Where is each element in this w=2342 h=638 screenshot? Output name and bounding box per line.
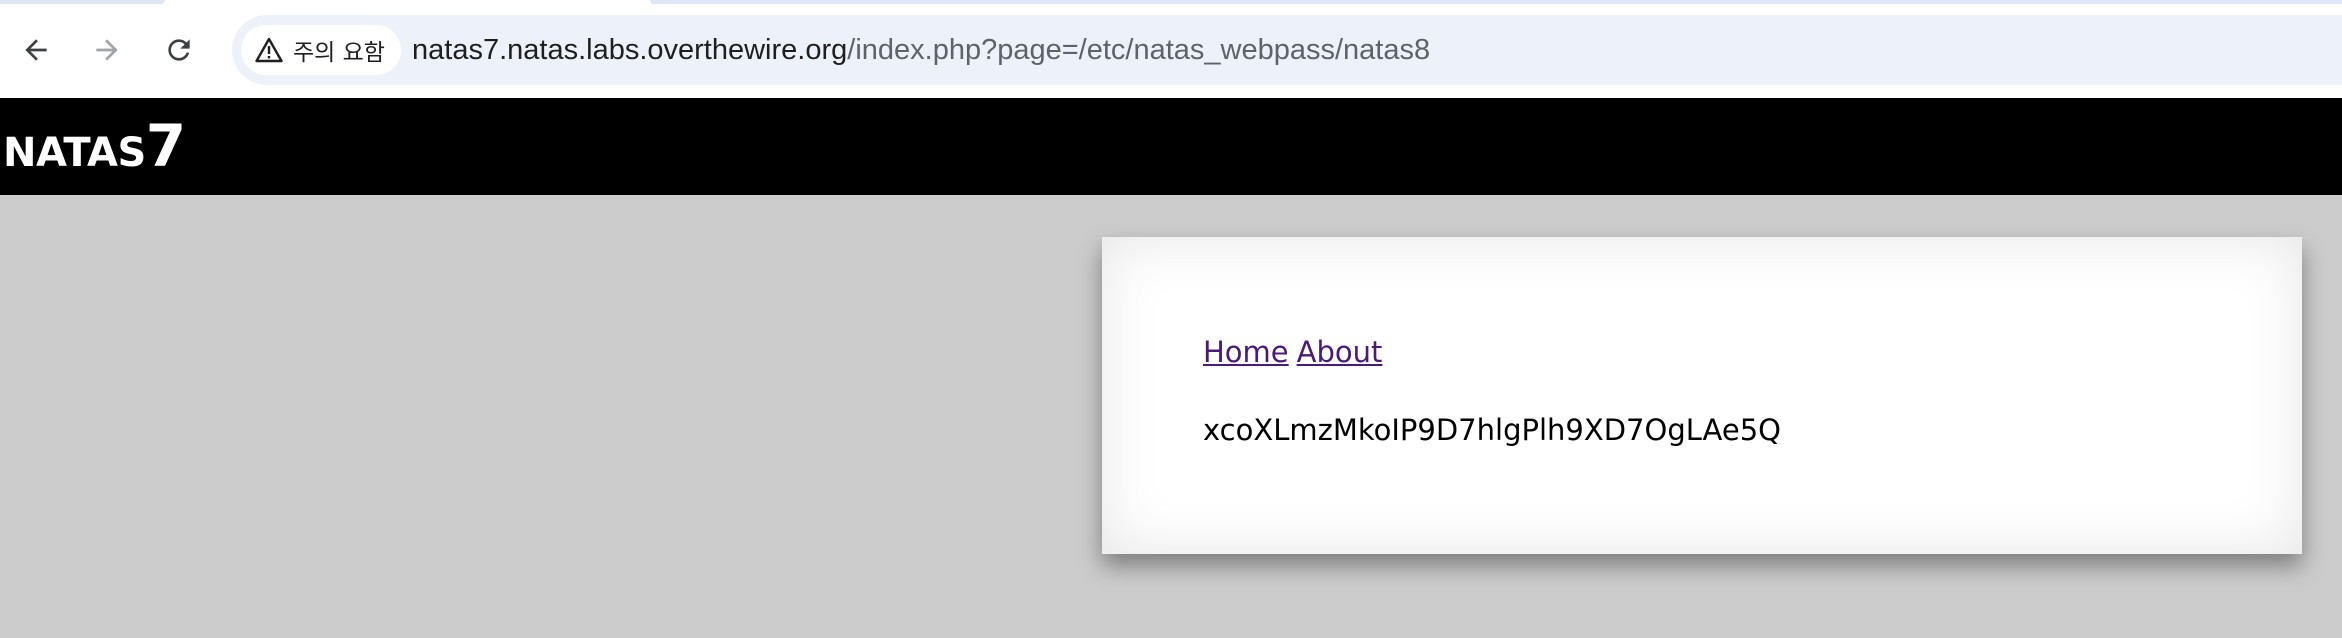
- site-title: NATAS7: [3, 112, 186, 180]
- nav-links: Home About: [1203, 335, 1382, 369]
- home-link[interactable]: Home: [1203, 335, 1289, 369]
- warning-icon: [255, 37, 283, 63]
- arrow-left-icon: [25, 39, 47, 61]
- address-bar[interactable]: 주의 요함 natas7.natas.labs.overthewire.org/…: [232, 15, 2342, 85]
- reload-icon: [168, 39, 190, 61]
- site-title-level: 7: [145, 112, 186, 180]
- url-host: natas7.natas.labs.overthewire.org: [412, 34, 848, 66]
- security-chip[interactable]: 주의 요함: [241, 25, 401, 75]
- tab-strip-edge: [0, 0, 165, 4]
- tab-strip-edge: [650, 0, 2342, 4]
- forward-button[interactable]: [82, 25, 132, 75]
- password-text: xcoXLmzMkoIP9D7hlgPlh9XD7OgLAe5Q: [1203, 413, 1782, 447]
- url-path: /index.php?page=/etc/natas_webpass/natas…: [847, 34, 1431, 66]
- about-link[interactable]: About: [1297, 335, 1383, 369]
- site-header: NATAS7: [0, 98, 2342, 195]
- site-title-word: NATAS: [3, 130, 146, 176]
- content-box: Home About xcoXLmzMkoIP9D7hlgPlh9XD7OgLAe…: [1102, 237, 2302, 554]
- back-button[interactable]: [11, 25, 61, 75]
- security-label: 주의 요함: [293, 40, 385, 66]
- reload-button[interactable]: [154, 25, 204, 75]
- arrow-right-icon: [96, 39, 118, 61]
- browser-toolbar: 주의 요함 natas7.natas.labs.overthewire.org/…: [0, 0, 2342, 98]
- url-text[interactable]: natas7.natas.labs.overthewire.org/index.…: [412, 15, 1430, 85]
